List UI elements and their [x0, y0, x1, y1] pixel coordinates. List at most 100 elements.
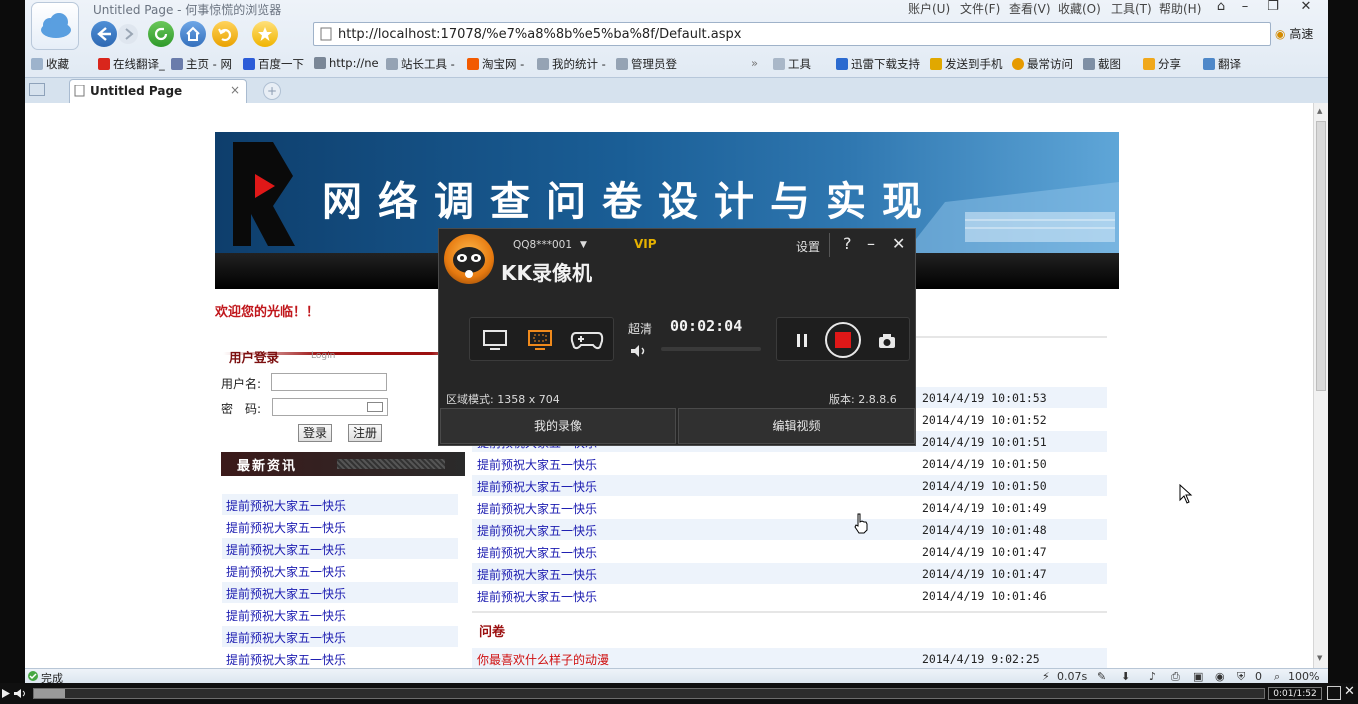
- edit-icon[interactable]: ✎: [1097, 670, 1106, 683]
- quality-label[interactable]: 超清: [628, 320, 652, 337]
- login-button[interactable]: 登录: [298, 424, 333, 442]
- volume-icon[interactable]: [629, 344, 649, 358]
- bookmark-taobao[interactable]: 淘宝网 -: [467, 56, 524, 72]
- bookmark-http[interactable]: http://ne: [314, 56, 379, 70]
- pause-icon[interactable]: [795, 333, 809, 349]
- close-player-icon[interactable]: ✕: [1344, 684, 1355, 699]
- seek-bar[interactable]: [33, 688, 1265, 699]
- toolbar-translate[interactable]: 翻译: [1203, 56, 1241, 72]
- fullscreen-mode-icon[interactable]: [482, 329, 510, 351]
- new-tab-icon[interactable]: +: [263, 82, 281, 100]
- video-frame-right: [1328, 0, 1358, 683]
- list-item[interactable]: 提前预祝大家五一快乐: [222, 516, 458, 537]
- table-row[interactable]: 提前预祝大家五一快乐 2014/4/19 10:01:47: [472, 563, 1107, 584]
- minimize-icon[interactable]: –: [867, 234, 875, 253]
- game-mode-icon[interactable]: [570, 329, 604, 351]
- bookmark-favorites[interactable]: 收藏: [31, 56, 69, 72]
- table-row[interactable]: 提前预祝大家五一快乐 2014/4/19 10:01:48: [472, 519, 1107, 540]
- tab-close-icon[interactable]: ×: [230, 83, 240, 97]
- back-button[interactable]: [91, 21, 117, 47]
- list-item[interactable]: 提前预祝大家五一快乐: [222, 626, 458, 647]
- table-row[interactable]: 提前预祝大家五一快乐 2014/4/19 10:01:50: [472, 453, 1107, 474]
- keyboard-icon[interactable]: [367, 402, 383, 412]
- toolbar-send-phone[interactable]: 发送到手机: [930, 56, 1003, 72]
- print-icon[interactable]: ⎙: [1171, 670, 1180, 684]
- list-item[interactable]: 提前预祝大家五一快乐: [222, 648, 458, 668]
- minimize-icon[interactable]: –: [1234, 0, 1256, 14]
- bookmark-stats[interactable]: 我的统计 -: [537, 56, 606, 72]
- survey-row[interactable]: 你最喜欢什么样子的动漫 2014/4/19 9:02:25: [472, 648, 1107, 668]
- address-bar[interactable]: http://localhost:17078/%e7%a8%8b%e5%ba%8…: [313, 22, 1271, 46]
- toolbar-share[interactable]: 分享: [1143, 56, 1181, 72]
- my-videos-button[interactable]: 我的录像: [440, 408, 676, 444]
- favorite-button[interactable]: [252, 21, 278, 47]
- chevron-down-icon[interactable]: ▼: [580, 240, 587, 250]
- share-icon: [1143, 58, 1155, 70]
- scroll-down-icon[interactable]: ▼: [1317, 654, 1322, 662]
- username-input[interactable]: [271, 373, 387, 391]
- list-item[interactable]: 提前预祝大家五一快乐: [222, 494, 458, 515]
- region-mode-icon[interactable]: [527, 329, 555, 351]
- tab-untitled-page[interactable]: Untitled Page ×: [69, 79, 247, 103]
- zoom-level[interactable]: 100%: [1288, 670, 1319, 683]
- kk-user[interactable]: QQ8***001: [513, 239, 572, 251]
- seek-progress: [34, 689, 65, 698]
- list-item[interactable]: 提前预祝大家五一快乐: [222, 560, 458, 581]
- table-row[interactable]: 提前预祝大家五一快乐 2014/4/19 10:01:49: [472, 497, 1107, 518]
- skin-icon[interactable]: ⌂: [1210, 0, 1232, 14]
- table-row[interactable]: 提前预祝大家五一快乐 2014/4/19 10:01:50: [472, 475, 1107, 496]
- list-item[interactable]: 提前预祝大家五一快乐: [222, 582, 458, 603]
- stop-record-icon[interactable]: [823, 320, 863, 360]
- download-icon[interactable]: ⬇: [1121, 670, 1130, 683]
- kk-app-name: KK录像机: [501, 261, 592, 285]
- refresh-button[interactable]: [148, 21, 174, 47]
- kk-settings-button[interactable]: 设置: [796, 238, 820, 255]
- menu-help[interactable]: 帮助(H): [1159, 0, 1201, 17]
- record-timer: 00:02:04: [670, 317, 743, 335]
- scroll-thumb[interactable]: [1316, 121, 1326, 391]
- home-button[interactable]: [180, 21, 206, 47]
- table-row[interactable]: 提前预祝大家五一快乐 2014/4/19 10:01:47: [472, 541, 1107, 562]
- restore-icon[interactable]: ❐: [1262, 0, 1284, 14]
- menu-account[interactable]: 账户(U): [908, 0, 950, 17]
- zoom-icon[interactable]: ⌕: [1274, 670, 1280, 684]
- sound-icon[interactable]: ♪: [1149, 670, 1156, 683]
- password-input[interactable]: [272, 398, 388, 416]
- close-icon[interactable]: ✕: [892, 234, 905, 253]
- menu-tools[interactable]: 工具(T): [1111, 0, 1152, 17]
- menu-view[interactable]: 查看(V): [1009, 0, 1051, 17]
- bookmark-home[interactable]: 主页 - 网: [171, 56, 232, 72]
- speed-mode-button[interactable]: ◉ 高速: [1275, 23, 1327, 45]
- list-item[interactable]: 提前预祝大家五一快乐: [222, 538, 458, 559]
- shield-icon[interactable]: ⛨: [1237, 670, 1245, 684]
- toolbar-thunder[interactable]: 迅雷下载支持: [836, 56, 920, 72]
- bookmark-admin[interactable]: 管理员登: [616, 56, 677, 72]
- window-icon[interactable]: ▣: [1193, 670, 1203, 683]
- menu-favorites[interactable]: 收藏(O): [1058, 0, 1101, 17]
- close-window-icon[interactable]: ✕: [1295, 0, 1317, 14]
- bookmarks-more-icon[interactable]: »: [751, 56, 758, 70]
- table-row[interactable]: 提前预祝大家五一快乐 2014/4/19 10:01:46: [472, 585, 1107, 606]
- undo-button[interactable]: [212, 21, 238, 47]
- volume-slider[interactable]: [661, 347, 761, 351]
- volume-icon[interactable]: [13, 688, 29, 699]
- fullscreen-icon[interactable]: [1327, 686, 1341, 700]
- register-button[interactable]: 注册: [348, 424, 383, 442]
- play-icon[interactable]: [1, 688, 11, 699]
- toolbar-tools[interactable]: 工具: [773, 56, 811, 72]
- toolbar-screenshot[interactable]: 截图: [1083, 56, 1121, 72]
- vertical-scrollbar[interactable]: ▲ ▼: [1313, 103, 1328, 668]
- toolbar-most-visited[interactable]: 最常访问: [1012, 56, 1073, 72]
- bookmark-webmaster[interactable]: 站长工具 -: [386, 56, 455, 72]
- camera-icon[interactable]: [877, 332, 897, 350]
- bookmark-translate[interactable]: 在线翻译_: [98, 56, 165, 72]
- forward-button[interactable]: [118, 24, 138, 44]
- menu-file[interactable]: 文件(F): [960, 0, 1000, 17]
- sidebar-toggle-icon[interactable]: [29, 83, 45, 96]
- view-icon[interactable]: ◉: [1215, 670, 1225, 683]
- scroll-up-icon[interactable]: ▲: [1317, 107, 1322, 115]
- help-icon[interactable]: ?: [843, 234, 852, 253]
- edit-video-button[interactable]: 编辑视频: [678, 408, 915, 444]
- list-item[interactable]: 提前预祝大家五一快乐: [222, 604, 458, 625]
- bookmark-baidu[interactable]: 百度一下: [243, 56, 304, 72]
